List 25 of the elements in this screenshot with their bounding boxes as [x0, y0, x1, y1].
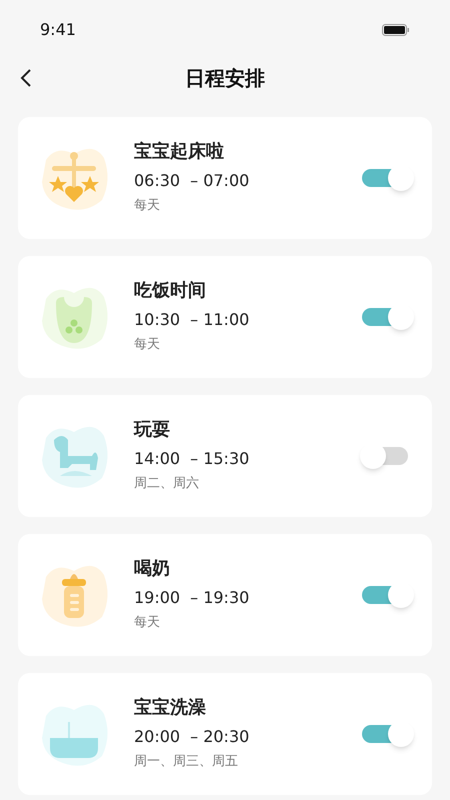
- start-time: 14:00: [134, 448, 180, 470]
- schedule-title: 吃饭时间: [134, 279, 207, 304]
- repeat-days: 每天: [134, 335, 362, 355]
- end-time: – 15:30: [190, 448, 250, 470]
- battery-icon: [382, 24, 410, 36]
- toggle-switch[interactable]: [362, 442, 410, 470]
- end-time: – 20:30: [190, 726, 250, 748]
- start-time: 20:00: [134, 726, 180, 748]
- end-time: – 07:00: [190, 170, 250, 192]
- back-icon: [20, 68, 32, 88]
- schedule-title: 喝奶: [134, 557, 171, 582]
- end-time: – 11:00: [190, 309, 250, 332]
- page-title: 日程安排: [185, 65, 265, 92]
- status-time: 9:41: [40, 19, 76, 41]
- start-time: 06:30: [134, 170, 180, 192]
- repeat-days: 周二、周六: [134, 474, 362, 494]
- repeat-days: 周一、周三、周五: [134, 752, 362, 772]
- start-time: 10:30: [134, 309, 180, 332]
- schedule-title: 宝宝起床啦: [134, 140, 225, 164]
- start-time: 19:00: [134, 587, 180, 610]
- schedule-title: 玩耍: [134, 418, 171, 442]
- repeat-days: 每天: [134, 613, 362, 633]
- schedule-title: 宝宝洗澡: [134, 696, 207, 720]
- repeat-days: 每天: [134, 196, 362, 216]
- end-time: – 19:30: [190, 587, 250, 610]
